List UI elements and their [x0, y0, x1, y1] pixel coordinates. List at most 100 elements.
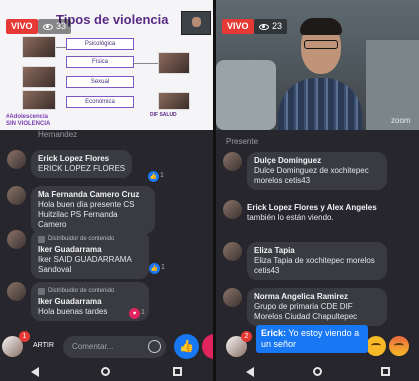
comment-bubble[interactable]: Dulçe Domínguez Dulce Dominguez de xochi… [247, 152, 387, 190]
heart-icon: ♥ [129, 308, 140, 319]
eye-icon [43, 23, 53, 30]
dual-live-screens: Tipos de violencia Psicológica Física Se… [0, 0, 419, 381]
presenter-thumbnail [181, 11, 211, 35]
avatar[interactable] [223, 242, 242, 261]
comment-author[interactable]: Ma Fernanda Camero Cruz [38, 190, 148, 200]
comment-author[interactable]: Norma Angelica Ramirez [254, 292, 380, 302]
avatar[interactable] [223, 200, 242, 219]
slide-photo [22, 36, 56, 58]
comment-text: Hola buenas tardes [38, 307, 108, 316]
live-comment-toast[interactable]: Erick: Yo estoy viendo a un señor [256, 325, 368, 353]
sad-emoji-icon[interactable] [366, 336, 386, 356]
comment-text: Hola buen día presente CS Huitzilac PS F… [38, 200, 135, 229]
back-icon[interactable] [245, 366, 254, 377]
comment-bar: 1 ARTIR Comentar... 👍 [0, 330, 213, 362]
avatar[interactable] [7, 186, 26, 205]
comment-bubble[interactable]: Norma Angelica Ramirez Grupo de primaria… [247, 288, 387, 326]
avatar[interactable] [223, 288, 242, 307]
comment-author[interactable]: Erick Lopez Flores [38, 154, 125, 164]
comment[interactable]: Distribuidor de contenido Iker Guadarram… [7, 230, 149, 279]
android-nav-bar [216, 362, 419, 381]
viewer-count-value: 33 [56, 21, 67, 31]
angry-emoji-icon[interactable] [389, 336, 409, 356]
badge-icon [38, 287, 45, 295]
zoom-watermark: zoom [391, 116, 411, 125]
viewer-count-value: 23 [272, 21, 283, 31]
comment-author[interactable]: Eliza Tapia [254, 246, 380, 256]
comment[interactable]: Eliza Tapia Eliza Tapia de xochitepec mo… [223, 242, 387, 280]
violence-type-box: Económica [66, 96, 134, 108]
comment[interactable]: Norma Angelica Ramirez Grupo de primaria… [223, 288, 387, 326]
comment-text: ERICK LOPEZ FLORES [38, 164, 126, 173]
slide-title: Tipos de violencia [56, 12, 169, 27]
hashtag-line: SIN VIOLENCIA [6, 121, 51, 127]
slide-logos: DIF SALUD [150, 112, 177, 118]
slide-photo [158, 52, 190, 74]
comment-text: Dulce Dominguez de xochitepec morelos ce… [254, 166, 369, 185]
live-badge: VIVO [6, 19, 38, 34]
comment-bubble[interactable]: Eliza Tapia Eliza Tapia de xochitepec mo… [247, 242, 387, 280]
heart-icon[interactable] [202, 334, 213, 359]
comment-bubble[interactable]: Erick Lopez Flores ERICK LOPEZ FLORES [31, 150, 133, 178]
slide-photo [22, 90, 56, 110]
right-live-pane: zoom VIVO 23 Presente Dulçe Domínguez Du… [216, 0, 419, 381]
content-distributor-badge: Distribuidor de contenido [38, 286, 142, 296]
comment-list[interactable]: Hernandez Erick Lopez Flores ERICK LOPEZ… [0, 130, 213, 330]
comment-text: Iker SAID GUADARRAMA Sandoval [38, 255, 132, 274]
comment[interactable]: Ma Fernanda Camero Cruz Hola buen día pr… [7, 186, 155, 234]
left-live-pane: Tipos de violencia Psicológica Física Se… [0, 0, 213, 381]
recent-apps-icon[interactable] [172, 367, 182, 376]
slide-photo [22, 66, 56, 88]
notification-badge: 2 [241, 331, 252, 342]
avatar[interactable] [7, 150, 26, 169]
comment-text: Grupo de primaria CDE DIF Morelos Ciudad… [254, 302, 358, 321]
comment[interactable]: Erick Lopez Flores ERICK LOPEZ FLORES [7, 150, 133, 178]
violence-type-box: Psicológica [66, 38, 134, 50]
home-icon[interactable] [312, 367, 322, 376]
reaction-count: 1 [160, 172, 164, 179]
recent-apps-icon[interactable] [380, 367, 390, 376]
like-button[interactable]: 👍 [174, 334, 199, 359]
reaction-count: 1 [161, 264, 165, 271]
reaction-count: 1 [141, 309, 145, 316]
comment-author[interactable]: Dulçe Domínguez [254, 156, 380, 166]
badge-icon [38, 235, 45, 243]
eye-icon [259, 23, 269, 30]
avatar[interactable] [223, 152, 242, 171]
viewer-count: 33 [38, 19, 72, 34]
comment-author[interactable]: Iker Guadarrama [38, 297, 142, 307]
viewing-suffix: también lo están viendo. [247, 213, 334, 222]
comment-author[interactable]: Iker Guadarrama [38, 245, 142, 255]
avatar[interactable] [7, 282, 26, 301]
like-icon: 👍 [179, 339, 194, 353]
connector-line [134, 63, 158, 64]
camera-video[interactable]: zoom VIVO 23 [216, 0, 419, 130]
comment-bubble[interactable]: Ma Fernanda Camero Cruz Hola buen día pr… [31, 186, 155, 234]
notification-badge: 1 [19, 331, 30, 342]
sofa [216, 60, 276, 130]
comment[interactable]: Dulçe Domínguez Dulce Dominguez de xochi… [223, 152, 387, 190]
content-distributor-badge: Distribuidor de contenido [38, 234, 142, 244]
badge-label: Distribuidor de contenido [48, 288, 115, 294]
home-icon[interactable] [101, 367, 111, 376]
viewer-names[interactable]: Erick Lopez Flores y Alex Angeles [247, 203, 377, 212]
presenter-hair [300, 18, 342, 35]
toast-author: Erick: [261, 328, 287, 338]
comment-list[interactable]: Presente Dulçe Domínguez Dulce Dominguez… [216, 130, 419, 330]
slide-video[interactable]: Tipos de violencia Psicológica Física Se… [0, 0, 213, 130]
slide-photo [158, 92, 190, 110]
cut-off-comment: Presente [226, 137, 259, 146]
hashtag-line: #Adolescencia [6, 114, 49, 120]
back-icon[interactable] [31, 366, 40, 377]
comment-bubble[interactable]: Distribuidor de contenido Iker Guadarram… [31, 230, 149, 279]
android-nav-bar [0, 362, 213, 381]
emoji-icon[interactable] [148, 340, 161, 353]
cut-off-comment: Hernandez [38, 130, 78, 139]
violence-type-box: Sexual [66, 76, 134, 88]
viewing-notice[interactable]: Erick Lopez Flores y Alex Angeles tambié… [223, 200, 387, 226]
avatar[interactable] [7, 230, 26, 249]
share-label[interactable]: ARTIR [33, 342, 54, 349]
live-badge: VIVO [222, 19, 254, 34]
comment[interactable]: Distribuidor de contenido Iker Guadarram… [7, 282, 149, 321]
reaction-emojis [366, 336, 409, 358]
